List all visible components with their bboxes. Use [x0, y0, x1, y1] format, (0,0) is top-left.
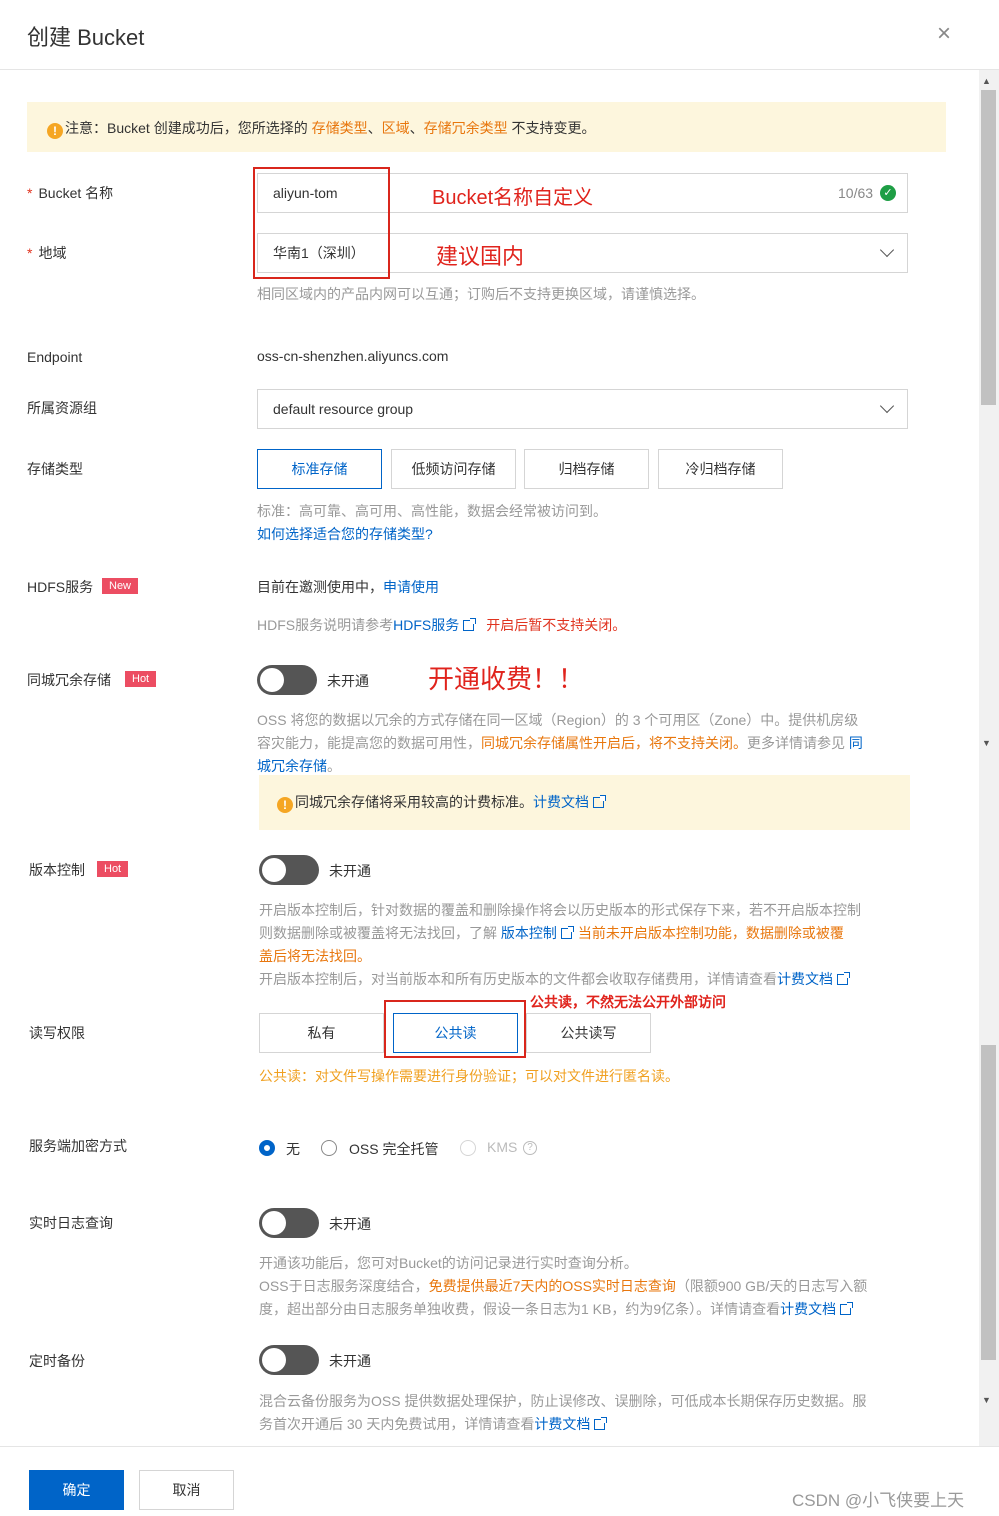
versioning-label: 版本控制 — [29, 862, 85, 878]
redundancy-annotation: 开通收费！！ — [428, 664, 585, 694]
region-link[interactable]: 区域 — [382, 120, 410, 136]
storage-type-help-link[interactable]: 如何选择适合您的存储类型? — [257, 524, 433, 544]
backup-toggle[interactable] — [259, 1345, 319, 1375]
region-annotation: 建议国内 — [436, 244, 525, 269]
notice-banner: ! 注意：Bucket 创建成功后，您所选择的 存储类型、区域、存储冗余类型 不支… — [27, 102, 946, 152]
versioning-status: 未开通 — [329, 863, 371, 879]
new-badge: New — [102, 578, 139, 594]
external-link-icon — [593, 795, 606, 808]
check-icon: ✓ — [880, 185, 896, 201]
backup-hint: 混合云备份服务为OSS 提供数据处理保护，防止误修改、误删除，可低成本长期保存历… — [259, 1393, 867, 1432]
acl-hint: 公共读：对文件写操作需要进行身份验证；可以对文件进行匿名读。 — [259, 1068, 679, 1084]
storage-type-link[interactable]: 存储类型 — [312, 120, 368, 136]
scroll-down-icon[interactable]: ▼ — [982, 738, 991, 748]
storage-cold-archive-button[interactable]: 冷归档存储 — [658, 449, 783, 489]
storage-archive-button[interactable]: 归档存储 — [524, 449, 649, 489]
encryption-none-radio[interactable] — [259, 1140, 275, 1156]
hdfs-label: HDFS服务 — [27, 579, 94, 595]
scrollbar-thumb[interactable] — [981, 90, 996, 405]
scrollbar-thumb-lower[interactable] — [981, 1045, 996, 1360]
realtime-log-toggle[interactable] — [259, 1208, 319, 1238]
acl-public-read-write-button[interactable]: 公共读写 — [526, 1013, 651, 1053]
endpoint-value: oss-cn-shenzhen.aliyuncs.com — [257, 348, 449, 364]
annotation-box-acl — [384, 1000, 526, 1058]
region-hint: 相同区域内的产品内网可以互通；订购后不支持更换区域，请谨慎选择。 — [257, 286, 705, 302]
external-link-icon — [560, 926, 574, 939]
annotation-box-name-region — [253, 167, 390, 279]
resource-group-label: 所属资源组 — [27, 400, 97, 416]
char-count: 10/63 — [838, 185, 874, 201]
backup-label: 定时备份 — [29, 1353, 85, 1369]
redundancy-doc-link[interactable]: 城冗余存储 — [257, 758, 327, 774]
external-link-icon — [594, 1417, 608, 1430]
redundancy-warning-banner: ! 同城冗余存储将采用较高的计费标准。计费文档 — [259, 775, 910, 830]
watermark: CSDN @小飞侠要上天 — [792, 1491, 965, 1510]
hdfs-apply-link[interactable]: 申请使用 — [383, 579, 439, 595]
hot-badge: Hot — [97, 861, 129, 877]
resource-group-select[interactable]: default resource group — [257, 389, 908, 429]
backup-status: 未开通 — [329, 1353, 371, 1369]
redundancy-label: 同城冗余存储 — [27, 672, 111, 688]
external-link-icon — [837, 972, 850, 985]
external-link-icon — [840, 1302, 854, 1315]
acl-private-button[interactable]: 私有 — [259, 1013, 384, 1053]
billing-doc-link[interactable]: 计费文档 — [534, 1416, 590, 1432]
billing-doc-link[interactable]: 计费文档 — [777, 971, 833, 987]
billing-doc-link[interactable]: 计费文档 — [780, 1301, 836, 1317]
dialog-header — [0, 0, 999, 70]
realtime-log-label: 实时日志查询 — [29, 1215, 113, 1231]
warning-icon: ! — [47, 123, 63, 139]
encryption-oss-radio[interactable] — [321, 1140, 337, 1156]
redundancy-toggle[interactable] — [257, 665, 317, 695]
scroll-down-icon[interactable]: ▼ — [982, 1395, 991, 1405]
encryption-oss-label: OSS 完全托管 — [349, 1141, 439, 1157]
scroll-up-icon[interactable]: ▲ — [982, 76, 991, 86]
encryption-none-label: 无 — [286, 1141, 300, 1157]
external-link-icon — [463, 618, 477, 631]
acl-annotation: 公共读，不然无法公开外部访问 — [530, 994, 726, 1010]
bucket-name-annotation: Bucket名称自定义 — [432, 187, 594, 209]
storage-type-hint: 标准：高可靠、高可用、高性能，数据会经常被访问到。 — [257, 503, 607, 519]
help-icon: ? — [523, 1141, 537, 1155]
encryption-kms-label: KMS — [487, 1139, 518, 1155]
encryption-label: 服务端加密方式 — [29, 1138, 127, 1154]
encryption-kms-radio — [460, 1140, 476, 1156]
storage-ia-button[interactable]: 低频访问存储 — [391, 449, 516, 489]
redundancy-hint: OSS 将您的数据以冗余的方式存储在同一区域（Region）的 3 个可用区（Z… — [257, 712, 863, 774]
hdfs-status: 目前在邀测使用中，申请使用 — [257, 579, 439, 595]
hdfs-doc-link[interactable]: HDFS服务 — [393, 617, 459, 633]
hdfs-hint: HDFS服务说明请参考HDFS服务 开启后暂不支持关闭。 — [257, 617, 627, 633]
close-icon[interactable]: × — [937, 22, 951, 46]
cancel-button[interactable]: 取消 — [139, 1470, 234, 1510]
redundancy-link[interactable]: 存储冗余类型 — [424, 120, 508, 136]
confirm-button[interactable]: 确定 — [29, 1470, 124, 1510]
storage-type-label: 存储类型 — [27, 461, 83, 477]
realtime-log-status: 未开通 — [329, 1216, 371, 1232]
hot-badge: Hot — [125, 671, 157, 687]
dialog-title: 创建 Bucket — [27, 25, 145, 50]
versioning-hint: 开启版本控制后，针对数据的覆盖和删除操作将会以历史版本的形式保存下来，若不开启版… — [259, 902, 861, 987]
endpoint-label: Endpoint — [27, 349, 83, 365]
region-label: * 地域 — [27, 245, 67, 261]
billing-doc-link[interactable]: 计费文档 — [533, 794, 589, 810]
acl-label: 读写权限 — [29, 1025, 85, 1041]
versioning-toggle[interactable] — [259, 855, 319, 885]
realtime-log-hint: 开通该功能后，您可对Bucket的访问记录进行实时查询分析。 OSS于日志服务深… — [259, 1255, 868, 1317]
redundancy-status: 未开通 — [327, 673, 369, 689]
storage-standard-button[interactable]: 标准存储 — [257, 449, 382, 489]
warning-icon: ! — [277, 797, 293, 813]
bucket-name-label: * Bucket 名称 — [27, 185, 114, 201]
versioning-doc-link[interactable]: 版本控制 — [501, 925, 557, 941]
